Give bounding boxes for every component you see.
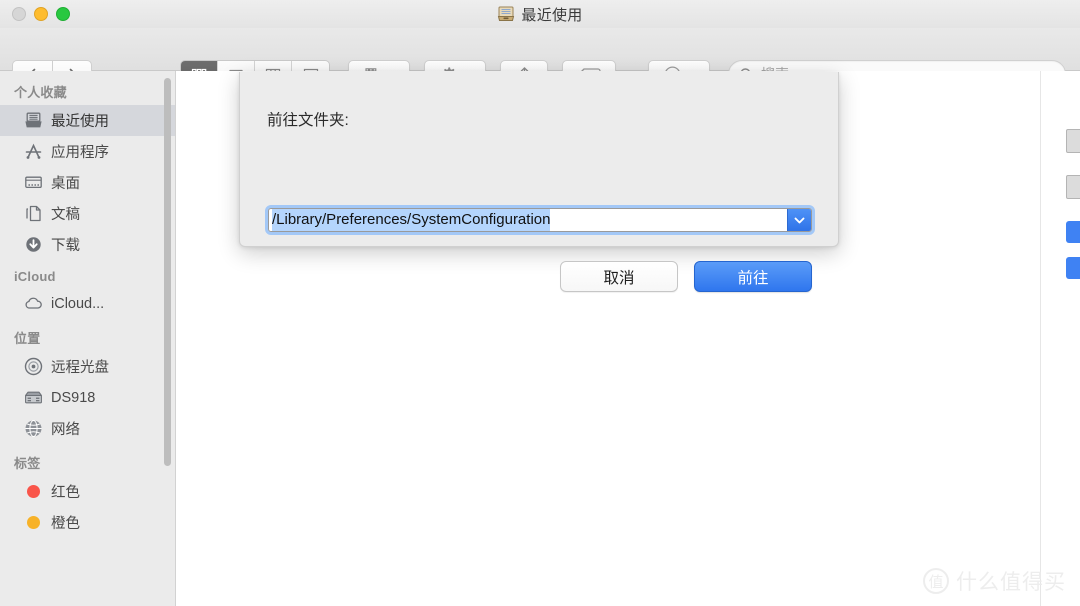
toolbar: R 搜索 — [0, 28, 1080, 88]
sidebar-item-tag-orange[interactable]: 橙色 — [0, 507, 175, 538]
recents-icon — [24, 111, 43, 130]
sidebar-item-label: 网络 — [51, 422, 80, 438]
sidebar-item-label: 远程光盘 — [51, 360, 109, 376]
clipped-items-column — [1040, 71, 1080, 606]
sidebar-item-documents[interactable]: 文稿 — [0, 198, 175, 229]
go-to-folder-label: 前往文件夹: — [267, 112, 349, 129]
server-icon — [24, 388, 43, 407]
sidebar-section-tags-title: 标签 — [14, 456, 41, 471]
sidebar-item-tag-red[interactable]: 红色 — [0, 476, 175, 507]
desktop-icon — [24, 173, 43, 192]
tag-dot-icon — [24, 513, 43, 532]
recents-drawer-icon — [497, 5, 515, 23]
path-combo-box[interactable]: /Library/Preferences/SystemConfiguration — [265, 205, 815, 235]
path-input-value: /Library/Preferences/SystemConfiguration — [272, 209, 551, 231]
watermark: 值 什么值得买 — [923, 566, 1066, 596]
path-input[interactable]: /Library/Preferences/SystemConfiguration — [269, 209, 787, 231]
cloud-icon — [24, 294, 43, 313]
window-title-group: 最近使用 — [0, 0, 1080, 28]
sidebar-item-downloads[interactable]: 下载 — [0, 229, 175, 260]
sidebar-section-locations-title: 位置 — [14, 331, 41, 346]
list-item[interactable] — [1066, 129, 1080, 155]
downloads-icon — [24, 235, 43, 254]
sidebar-item-applications[interactable]: 应用程序 — [0, 136, 175, 167]
sidebar-item-label: 文稿 — [51, 207, 80, 223]
sidebar-section-favorites-title: 个人收藏 — [14, 85, 67, 100]
applications-icon — [24, 142, 43, 161]
go-button[interactable]: 前往 — [694, 261, 812, 292]
sidebar-item-label: DS918 — [51, 389, 96, 406]
documents-icon — [24, 204, 43, 223]
sidebar-item-network[interactable]: 网络 — [0, 413, 175, 444]
sidebar-item-label: 最近使用 — [51, 114, 109, 130]
list-item[interactable] — [1066, 221, 1080, 247]
watermark-logo-icon: 值 — [923, 568, 949, 594]
go-to-folder-sheet: 前往文件夹: /Library/Preferences/SystemConfig… — [239, 72, 839, 292]
path-dropdown-button[interactable] — [787, 209, 811, 231]
sidebar-item-label: iCloud... — [51, 295, 105, 312]
sidebar-item-remote-disc[interactable]: 远程光盘 — [0, 351, 175, 382]
sidebar: 个人收藏 最近使用 应用程序 桌面 文稿 下载 iCloud iCloud...… — [0, 71, 176, 606]
finder-window: 最近使用 个人收藏 最近使用 应用程序 桌面 文稿 下载 iCloud iClo… — [0, 0, 1080, 606]
sidebar-item-label: 红色 — [51, 485, 80, 501]
titlebar: 最近使用 — [0, 0, 1080, 28]
disc-icon — [24, 357, 43, 376]
chevron-down-icon — [794, 217, 805, 223]
cancel-button[interactable]: 取消 — [560, 261, 678, 292]
sidebar-item-recents[interactable]: 最近使用 — [0, 105, 175, 136]
sidebar-section-icloud-title: iCloud — [14, 269, 56, 284]
tag-dot-icon — [24, 482, 43, 501]
path-combo-inner: /Library/Preferences/SystemConfiguration — [268, 208, 812, 232]
sidebar-item-label: 应用程序 — [51, 145, 109, 161]
network-globe-icon — [24, 419, 43, 438]
dialog-buttons: 取消 前往 — [560, 261, 812, 292]
window-title: 最近使用 — [521, 6, 583, 24]
sidebar-item-label: 下载 — [51, 238, 80, 254]
list-item[interactable] — [1066, 175, 1080, 201]
sidebar-scrollbar[interactable] — [164, 78, 171, 466]
sidebar-item-icloud-drive[interactable]: iCloud... — [0, 288, 175, 319]
sidebar-item-ds918[interactable]: DS918 — [0, 382, 175, 413]
sidebar-item-label: 桌面 — [51, 176, 80, 192]
sidebar-item-label: 橙色 — [51, 516, 80, 532]
sidebar-item-desktop[interactable]: 桌面 — [0, 167, 175, 198]
list-item[interactable] — [1066, 257, 1080, 283]
watermark-text: 什么值得买 — [956, 571, 1066, 594]
